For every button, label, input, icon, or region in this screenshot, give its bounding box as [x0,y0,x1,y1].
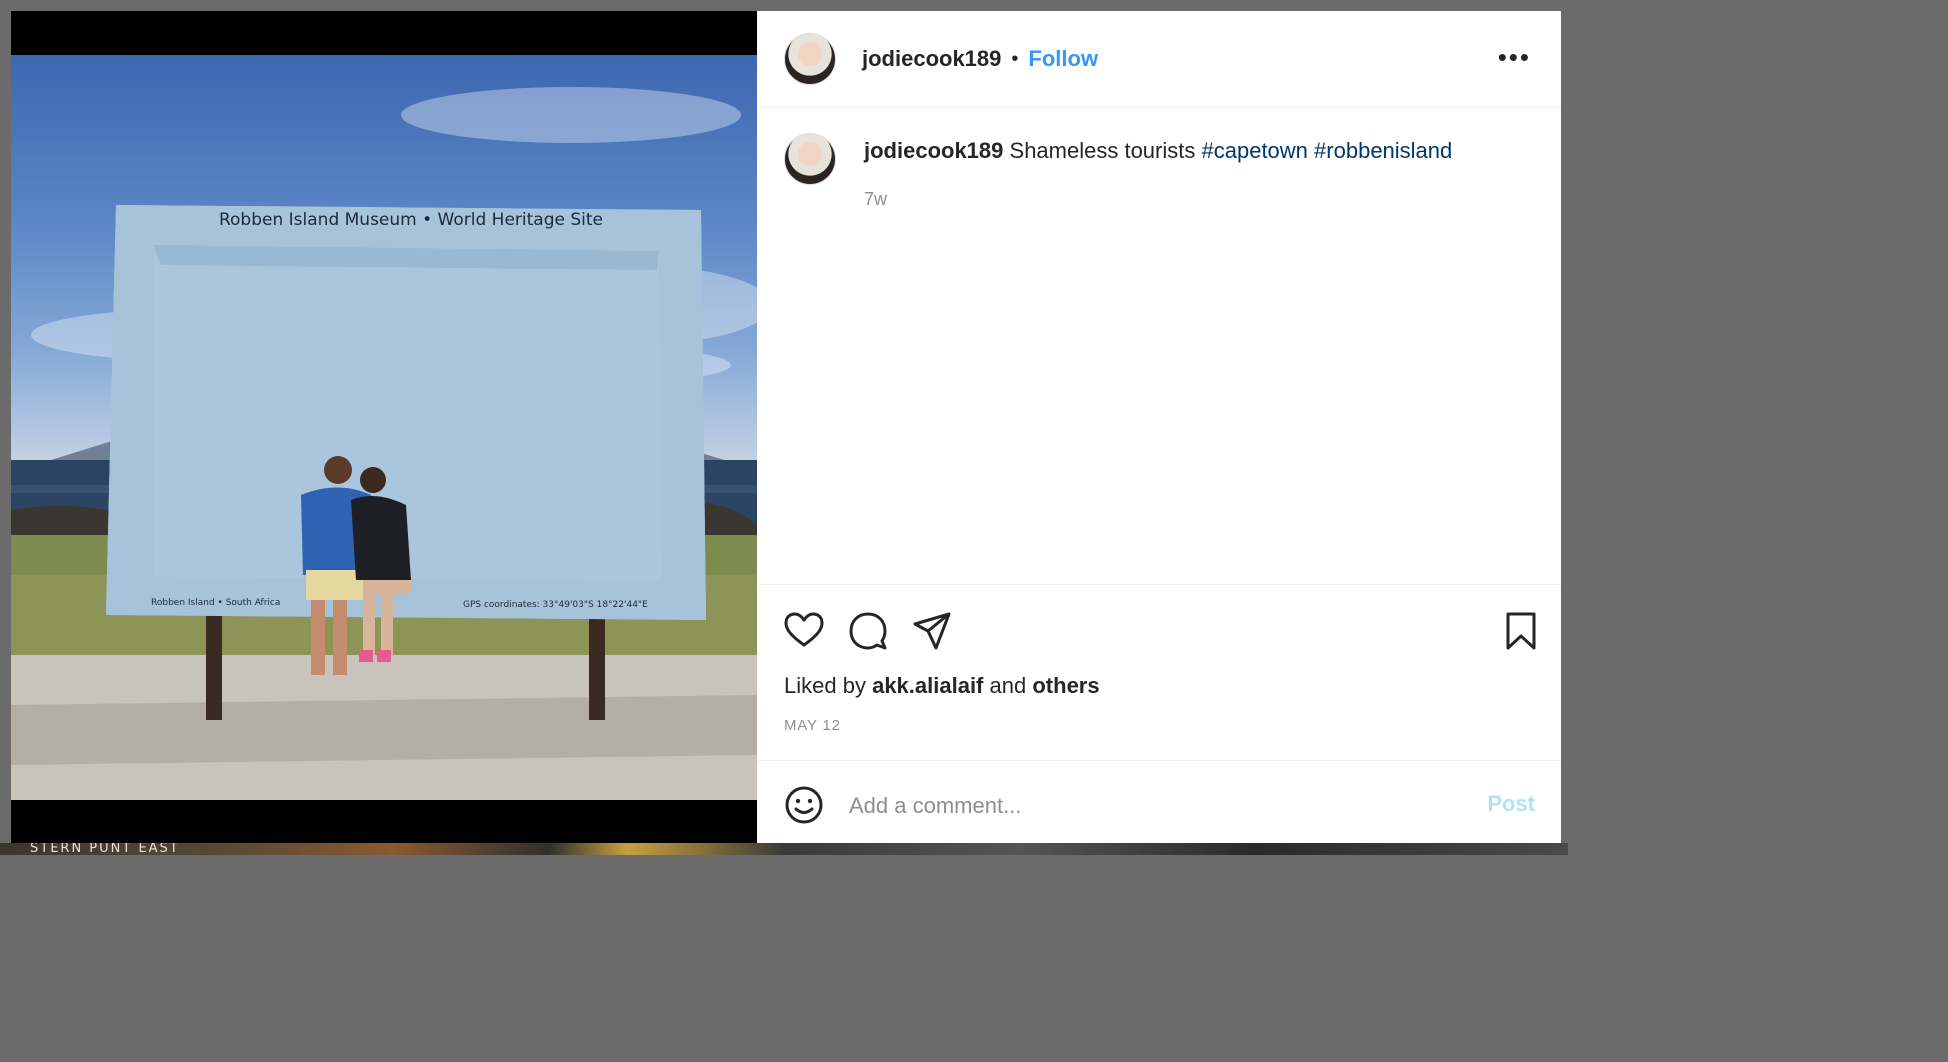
post-date[interactable]: MAY 12 [784,717,841,734]
share-icon[interactable] [912,611,952,651]
post-sidebar: jodiecook189 • Follow ••• jodiecook189 S… [757,11,1561,843]
backdrop-strip: STERN PUNT EAST [0,841,1568,856]
heart-icon[interactable] [784,611,824,651]
hashtag-robbenisland[interactable]: #robbenisland [1314,138,1452,163]
bookmark-icon[interactable] [1501,611,1541,651]
emoji-icon[interactable] [784,785,824,825]
likes-others[interactable]: others [1032,673,1099,698]
likes-user[interactable]: akk.alialaif [872,673,983,698]
author-avatar[interactable] [784,33,836,85]
post-caption: jodiecook189 Shameless tourists #capetow… [784,133,1521,210]
post-media: Robben Island Museum • World Heritage Si… [11,11,757,843]
comment-bar: Post [757,760,1561,843]
more-horizontal-icon[interactable]: ••• [1498,44,1531,70]
header-separator: • [1011,47,1019,70]
sign-bottom-right: GPS coordinates: 33°49'03"S 18°22'44"E [463,600,648,610]
likes-prefix: Liked by [784,673,866,698]
post-photo[interactable]: Robben Island Museum • World Heritage Si… [11,55,757,800]
sign-title: Robben Island Museum • World Heritage Si… [219,210,603,230]
comment-input[interactable] [847,787,1411,825]
caption-text: Shameless tourists [1009,138,1196,163]
likes-summary: Liked by akk.alialaif and others [784,673,1100,699]
hashtag-capetown[interactable]: #capetown [1202,138,1308,163]
post-modal: Robben Island Museum • World Heritage Si… [11,11,1561,843]
post-actions: Liked by akk.alialaif and others MAY 12 [757,584,1561,734]
caption-username[interactable]: jodiecook189 [864,138,1003,163]
author-username[interactable]: jodiecook189 [862,46,1001,72]
sign-bottom-left: Robben Island • South Africa [151,598,280,608]
caption-time[interactable]: 7w [864,189,1452,210]
post-header: jodiecook189 • Follow ••• [757,11,1561,108]
follow-button[interactable]: Follow [1028,46,1098,72]
caption-avatar[interactable] [784,133,836,185]
likes-middle: and [989,673,1027,698]
comment-icon[interactable] [848,611,888,651]
backdrop-text: STERN PUNT EAST [30,841,180,856]
post-comment-button[interactable]: Post [1487,791,1535,817]
photo-illustration: Robben Island Museum • World Heritage Si… [11,87,757,800]
